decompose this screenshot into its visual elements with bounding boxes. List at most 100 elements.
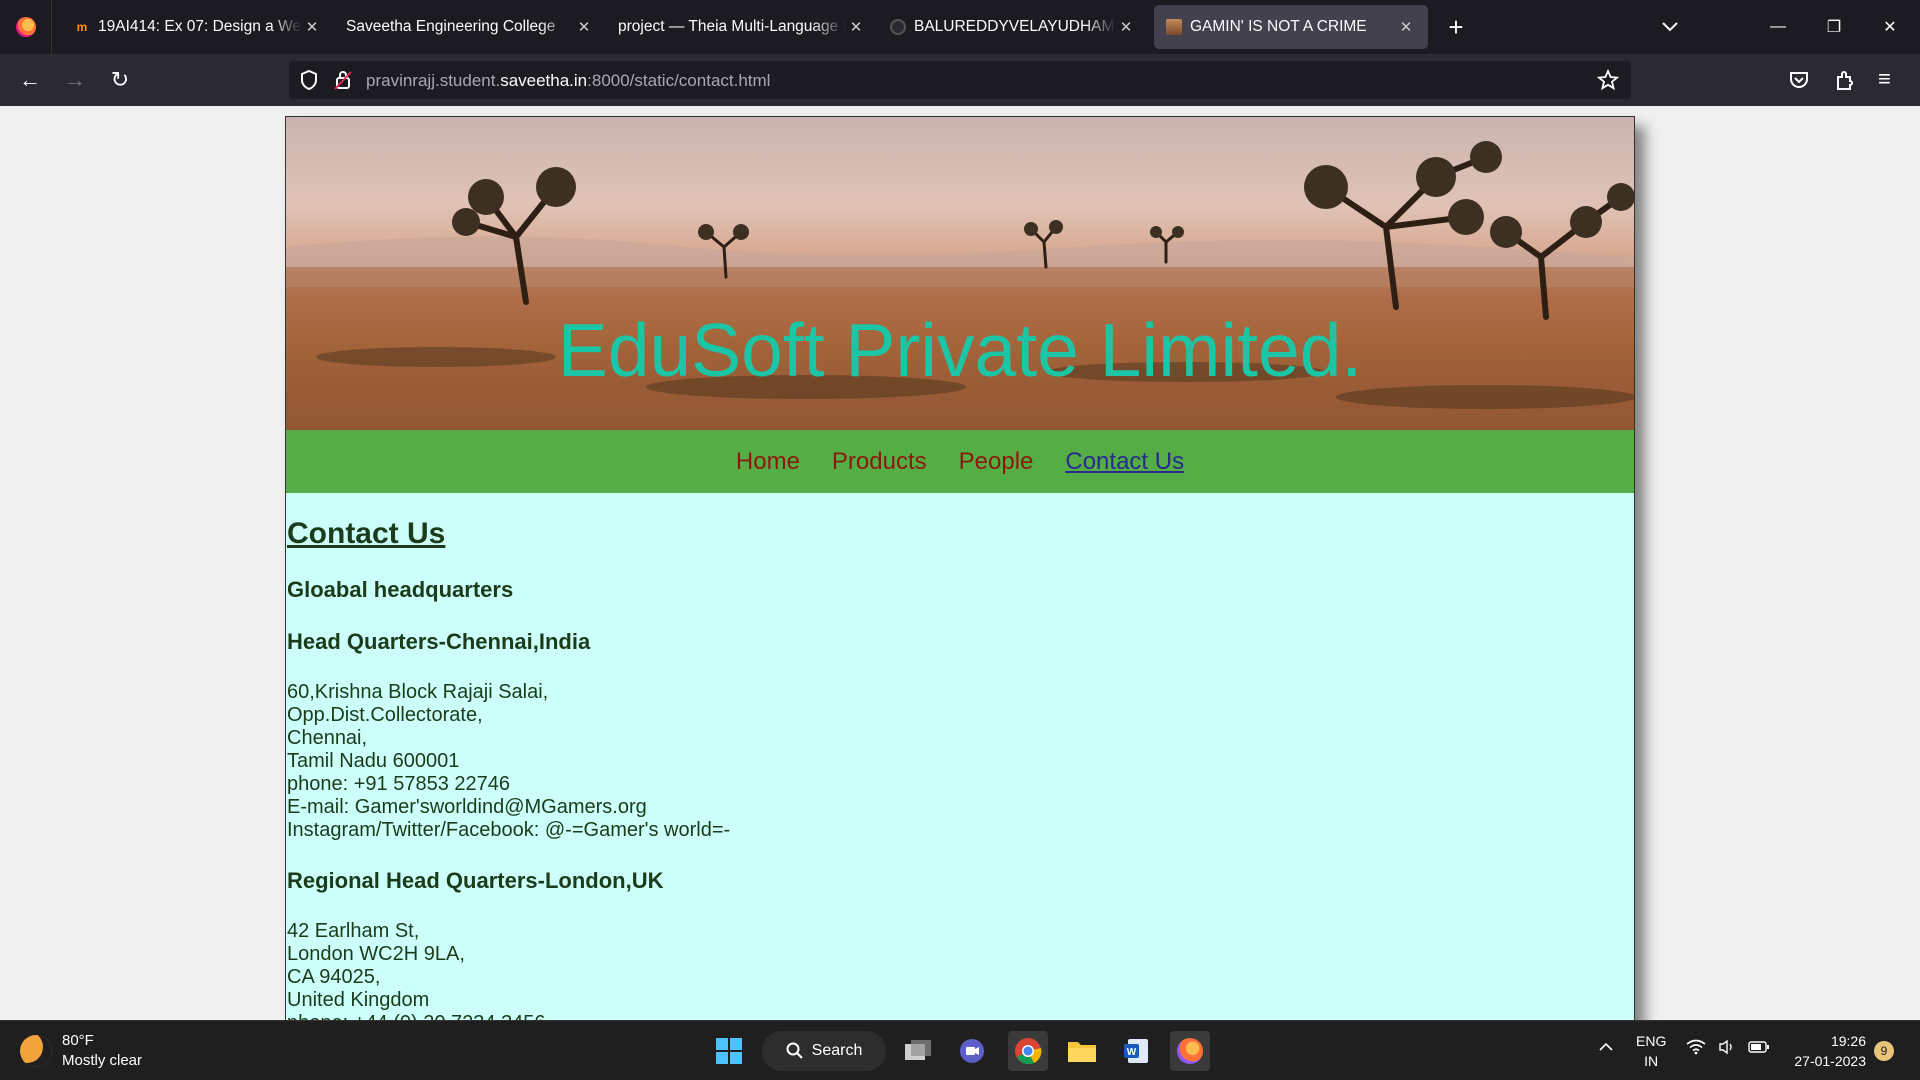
contact-content: Contact Us Gloabal headquarters Head Qua…	[286, 517, 1634, 1020]
tab-title: GAMIN' IS NOT A CRIME	[1190, 18, 1367, 35]
site-menu: Home Products People Contact Us	[286, 430, 1634, 493]
menu-products-link[interactable]: Products	[832, 448, 927, 476]
address-line: 60,Krishna Block Rajaji Salai,	[287, 681, 549, 703]
system-tray[interactable]	[1686, 1039, 1770, 1055]
banner: EduSoft Private Limited.	[286, 117, 1634, 430]
language-code: ENG	[1636, 1033, 1667, 1049]
weather-widget[interactable]: 80°F Mostly clear	[20, 1031, 142, 1071]
address-line: United Kingdom	[287, 989, 430, 1011]
task-view-button[interactable]	[898, 1031, 938, 1071]
region-code: IN	[1644, 1053, 1659, 1069]
wifi-icon	[1686, 1039, 1706, 1055]
close-tab-icon[interactable]: ✕	[302, 18, 322, 36]
teams-chat-button[interactable]	[952, 1031, 992, 1071]
page-heading: Contact Us	[287, 517, 446, 550]
phone-line: phone: +91 57853 22746	[287, 773, 510, 795]
menu-people-link[interactable]: People	[959, 448, 1034, 476]
clock[interactable]: 19:26 27-01-2023	[1786, 1031, 1866, 1071]
notification-badge[interactable]: 9	[1874, 1041, 1894, 1061]
tab-gamin[interactable]: GAMIN' IS NOT A CRIME ✕	[1154, 5, 1428, 49]
lock-icon[interactable]	[333, 69, 353, 91]
close-tab-icon[interactable]: ✕	[1116, 18, 1136, 36]
file-explorer-button[interactable]	[1062, 1031, 1102, 1071]
moon-icon	[20, 1035, 52, 1067]
word-button[interactable]: W	[1116, 1031, 1156, 1071]
close-tab-icon[interactable]: ✕	[574, 18, 594, 36]
address-line: Opp.Dist.Collectorate,	[287, 704, 483, 726]
email-line: E-mail: Gamer'sworldind@MGamers.org	[287, 796, 647, 818]
tab-github[interactable]: BALUREDDYVELAYUDHAMGOW ✕	[878, 5, 1148, 49]
minimize-button[interactable]: —	[1750, 0, 1806, 54]
battery-icon	[1748, 1041, 1769, 1053]
tab-ex07[interactable]: m 19AI414: Ex 07: Design a Websit ✕	[62, 5, 334, 49]
hq-chennai-heading: Head Quarters-Chennai,India	[287, 629, 591, 654]
image-icon	[1166, 19, 1182, 35]
volume-icon	[1719, 1039, 1732, 1055]
svg-text:W: W	[1127, 1047, 1137, 1058]
bookmark-star-icon[interactable]	[1597, 69, 1619, 91]
search-label: Search	[811, 1042, 863, 1059]
task-view-icon	[905, 1040, 931, 1060]
show-hidden-icons-button[interactable]	[1598, 1039, 1614, 1060]
hq-chennai-address: 60,Krishna Block Rajaji Salai, Opp.Dist.…	[287, 681, 1634, 842]
page-viewport: EduSoft Private Limited. Home Products P…	[0, 106, 1920, 1020]
pocket-icon[interactable]	[1788, 69, 1810, 91]
tab-title: 19AI414: Ex 07: Design a Websit	[98, 18, 302, 35]
search-icon	[786, 1042, 803, 1059]
address-line: CA 94025,	[287, 966, 381, 988]
time: 19:26	[1830, 1033, 1866, 1049]
hq-london-address: 42 Earlham St, London WC2H 9LA, CA 94025…	[287, 920, 1634, 1020]
reload-button[interactable]: ↻	[106, 66, 134, 94]
shield-icon[interactable]	[299, 69, 319, 91]
close-tab-icon[interactable]: ✕	[846, 18, 866, 36]
date: 27-01-2023	[1794, 1053, 1866, 1069]
windows-icon	[716, 1038, 742, 1064]
forward-button[interactable]: →	[61, 66, 89, 94]
back-button[interactable]: ←	[16, 66, 44, 94]
address-line: 42 Earlham St,	[287, 920, 420, 942]
tab-title: Saveetha Engineering College	[346, 18, 556, 35]
close-tab-icon[interactable]: ✕	[1396, 18, 1416, 36]
taskbar-search[interactable]: Search	[762, 1031, 886, 1071]
tab-saveetha[interactable]: Saveetha Engineering College ✕	[334, 5, 606, 49]
address-line: Chennai,	[287, 727, 368, 749]
chevron-up-icon	[1599, 1042, 1613, 1051]
web-page: EduSoft Private Limited. Home Products P…	[285, 116, 1635, 1020]
firefox-icon	[15, 17, 36, 37]
chrome-button[interactable]	[1008, 1031, 1048, 1071]
social-line: Instagram/Twitter/Facebook: @-=Gamer's w…	[287, 819, 731, 841]
temperature: 80°F	[62, 1032, 94, 1049]
firefox-icon	[1177, 1038, 1203, 1064]
firefox-menu-button[interactable]	[0, 0, 52, 54]
phone-line: phone: +44 (0) 20 7234 3456	[287, 1012, 1634, 1020]
hamburger-menu-icon[interactable]: ≡	[1878, 66, 1891, 92]
folder-icon	[1068, 1042, 1096, 1062]
chat-icon	[960, 1039, 984, 1063]
chevron-down-icon[interactable]	[1660, 16, 1680, 36]
github-icon	[890, 19, 906, 35]
address-line: Tamil Nadu 600001	[287, 750, 460, 772]
tab-strip: m 19AI414: Ex 07: Design a Websit ✕ Save…	[0, 0, 1920, 54]
extensions-icon[interactable]	[1834, 69, 1856, 91]
close-window-button[interactable]: ✕	[1862, 0, 1918, 54]
url-bar[interactable]: pravinrajj.student.saveetha.in:8000/stat…	[289, 61, 1631, 99]
chrome-icon	[1015, 1038, 1042, 1065]
section-heading: Gloabal headquarters	[287, 577, 514, 602]
hq-london-heading: Regional Head Quarters-London,UK	[287, 868, 664, 893]
navigation-toolbar: ← → ↻ pravinrajj.student.saveetha.in:800…	[0, 54, 1920, 106]
site-title: EduSoft Private Limited.	[557, 308, 1363, 392]
word-icon: W	[1124, 1039, 1148, 1063]
start-button[interactable]	[709, 1031, 749, 1071]
address-line: London WC2H 9LA,	[287, 943, 465, 965]
tab-title: BALUREDDYVELAYUDHAMGOW	[914, 18, 1116, 35]
language-indicator[interactable]: ENG IN	[1636, 1031, 1666, 1071]
menu-home-link[interactable]: Home	[736, 448, 800, 476]
url-text[interactable]: pravinrajj.student.saveetha.in:8000/stat…	[366, 71, 770, 91]
taskbar: 80°F Mostly clear Search W ENG IN 19:26	[0, 1020, 1920, 1080]
new-tab-button[interactable]: +	[1438, 12, 1474, 43]
tab-theia[interactable]: project — Theia Multi-Language Ex ✕	[606, 5, 878, 49]
moodle-icon: m	[76, 20, 88, 34]
restore-button[interactable]: ❐	[1806, 0, 1862, 54]
menu-contact-link[interactable]: Contact Us	[1065, 448, 1184, 476]
firefox-taskbar-button[interactable]	[1170, 1031, 1210, 1071]
